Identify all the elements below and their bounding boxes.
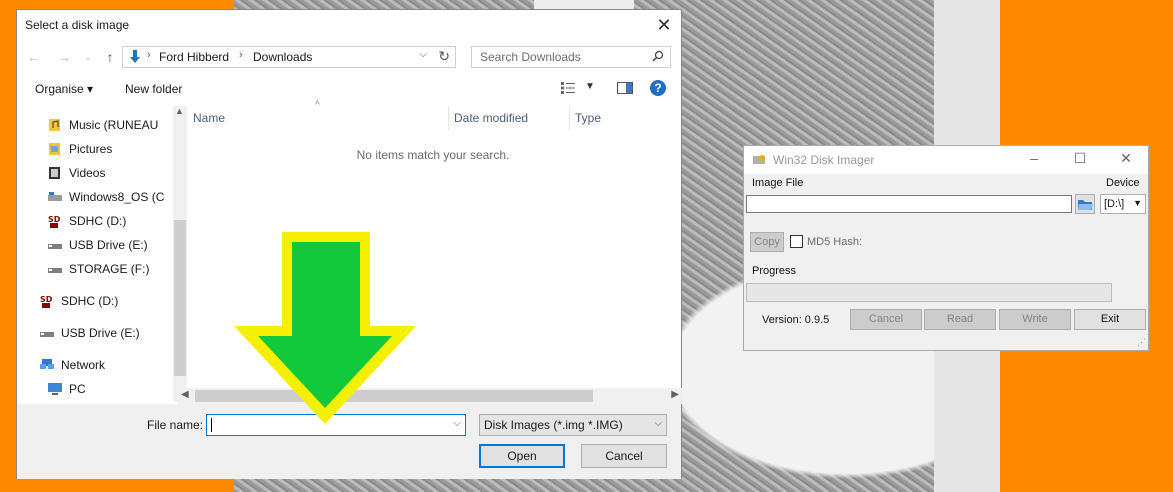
forward-arrow-icon[interactable]: → <box>55 48 73 66</box>
usb-drive-icon <box>48 268 62 273</box>
scroll-right-icon[interactable]: ▶ <box>671 389 679 400</box>
usb-drive-icon <box>48 244 62 249</box>
folder-open-icon <box>1078 200 1093 210</box>
cancel-button[interactable]: Cancel <box>850 309 922 330</box>
close-icon[interactable]: ✕ <box>1116 150 1136 167</box>
search-input[interactable]: Search Downloads <box>471 46 671 68</box>
progress-bar <box>746 283 1112 302</box>
imager-title: Win32 Disk Imager <box>773 153 875 167</box>
view-options-icon[interactable] <box>561 82 575 94</box>
file-name-dropdown-icon[interactable]: ⌵ <box>453 418 461 429</box>
search-placeholder: Search Downloads <box>480 50 581 64</box>
help-icon[interactable]: ? <box>650 80 666 96</box>
svg-text:SD: SD <box>48 215 61 224</box>
device-select[interactable]: [D:\] ▼ <box>1100 194 1146 214</box>
address-dropdown-icon[interactable]: ⌵ <box>419 49 427 60</box>
back-arrow-icon[interactable]: ← <box>25 48 43 66</box>
maximize-icon[interactable]: ☐ <box>1070 150 1090 167</box>
recent-dropdown-icon[interactable]: ⌄ <box>79 48 97 66</box>
usb-drive-icon <box>40 332 54 337</box>
videos-folder-icon <box>49 167 60 179</box>
device-label: Device <box>1106 177 1140 189</box>
copy-button[interactable]: Copy <box>750 232 784 252</box>
down-arrow-annotation-icon <box>234 232 416 424</box>
resize-grip-icon[interactable]: ⋰ <box>1137 337 1146 348</box>
dialog-toolbar: Organise ▾ New folder ▼ ? <box>17 76 681 102</box>
version-label: Version: 0.9.5 <box>762 314 830 326</box>
write-button[interactable]: Write <box>999 309 1071 330</box>
empty-message: No items match your search. <box>356 148 510 162</box>
drive-icon <box>48 192 62 201</box>
breadcrumb-downloads[interactable]: Downloads <box>253 50 312 64</box>
dialog-titlebar: Select a disk image ✕ <box>17 10 681 40</box>
search-icon[interactable] <box>652 50 664 62</box>
chevron-down-icon: ⌵ <box>654 418 662 429</box>
file-list-header: ^ Name Date modified Type <box>189 100 677 130</box>
music-folder-icon <box>49 119 60 131</box>
close-icon[interactable]: ✕ <box>653 14 675 36</box>
exit-button[interactable]: Exit <box>1074 309 1146 330</box>
refresh-icon[interactable]: ↻ <box>438 48 450 65</box>
dialog-title: Select a disk image <box>25 18 130 32</box>
new-folder-button[interactable]: New folder <box>125 82 182 96</box>
scroll-up-icon[interactable]: ▲ <box>175 106 184 116</box>
read-button[interactable]: Read <box>924 309 996 330</box>
scrollbar-thumb[interactable] <box>174 220 186 376</box>
cancel-button[interactable]: Cancel <box>581 444 667 468</box>
address-bar[interactable]: › Ford Hibberd › Downloads ⌵ ↻ <box>122 46 456 68</box>
navigation-scrollbar[interactable]: ▲ ▼ <box>173 106 187 402</box>
organise-button[interactable]: Organise ▾ <box>35 82 93 96</box>
imager-titlebar: Win32 Disk Imager – ☐ ✕ <box>744 146 1148 174</box>
minimize-icon[interactable]: – <box>1024 150 1044 166</box>
view-dropdown-icon[interactable]: ▼ <box>585 81 595 92</box>
open-button[interactable]: Open <box>479 444 565 468</box>
sort-chevron-icon: ^ <box>315 100 320 111</box>
up-arrow-icon[interactable]: ↑ <box>101 48 119 66</box>
column-date-modified[interactable]: Date modified <box>454 111 528 125</box>
md5-checkbox[interactable] <box>790 235 803 248</box>
text-caret <box>211 418 212 432</box>
scroll-left-icon[interactable]: ◀ <box>181 389 189 400</box>
svg-text:SD: SD <box>40 295 53 304</box>
md5-label: MD5 Hash: <box>807 236 863 248</box>
column-type[interactable]: Type <box>575 111 601 125</box>
image-file-input[interactable] <box>746 195 1072 213</box>
sd-card-icon: SD <box>40 295 53 308</box>
file-type-filter[interactable]: Disk Images (*.img *.IMG) ⌵ <box>479 414 667 436</box>
preview-pane-icon[interactable] <box>617 82 633 94</box>
downloads-icon <box>130 50 140 63</box>
pictures-folder-icon <box>49 143 60 155</box>
chevron-down-icon: ▼ <box>1133 198 1142 208</box>
win32-disk-imager-window: Win32 Disk Imager – ☐ ✕ Image File Devic… <box>743 145 1149 351</box>
progress-label: Progress <box>752 265 797 277</box>
pc-icon <box>48 383 62 395</box>
image-file-label: Image File <box>752 177 804 189</box>
file-name-label: File name: <box>147 418 204 432</box>
navigation-pane: Music (RUNEAU Pictures Videos Windows8_O… <box>40 118 165 396</box>
browse-button[interactable] <box>1075 194 1095 214</box>
breadcrumb-user[interactable]: Ford Hibberd <box>159 50 229 64</box>
network-icon <box>40 359 54 369</box>
sd-card-icon: SD <box>48 215 61 228</box>
disk-imager-app-icon <box>753 155 765 164</box>
navigation-bar: ← → ⌄ ↑ › Ford Hibberd › Downloads ⌵ ↻ S… <box>17 46 681 70</box>
column-name[interactable]: Name <box>193 111 225 125</box>
